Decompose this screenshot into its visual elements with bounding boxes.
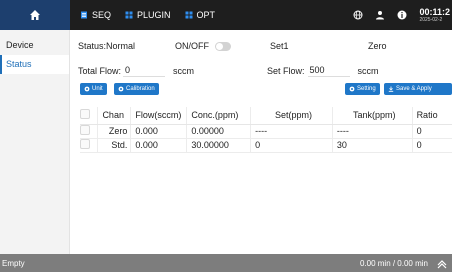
cell-tank[interactable]: 30 — [332, 138, 413, 153]
bottom-left-text: Empty — [2, 258, 25, 268]
info-icon[interactable] — [397, 10, 407, 20]
cell-conc: 0.00000 — [186, 124, 252, 139]
header-set: Set(ppm) — [250, 107, 333, 125]
main-panel: Status:Normal ON/OFF Set1 Zero Total Flo… — [70, 30, 452, 254]
chevron-up-icon[interactable] — [436, 257, 448, 269]
table-row[interactable]: Zero 0.000 0.00000 ---- ---- 0 — [80, 124, 452, 139]
status-row: Status:Normal — [78, 41, 135, 51]
set-flow-unit: sccm — [357, 65, 379, 76]
cell-chan: Zero — [97, 124, 132, 139]
unit-button[interactable]: Unit — [80, 83, 107, 95]
top-nav: SEQ PLUGIN OPT — [70, 0, 215, 30]
set-label-row: Set1 — [270, 41, 289, 51]
header-tank: Tank(ppm) — [332, 107, 413, 125]
select-all-checkbox[interactable] — [80, 109, 90, 120]
total-flow-field[interactable]: 0 — [123, 64, 166, 77]
row-checkbox-cell — [80, 124, 99, 139]
table-header-row: Chan Flow(sccm) Conc.(ppm) Set(ppm) Tank… — [80, 107, 452, 125]
channel-table: Chan Flow(sccm) Conc.(ppm) Set(ppm) Tank… — [80, 107, 452, 153]
nav-plugin-label: PLUGIN — [137, 10, 171, 20]
plugin-icon — [125, 11, 133, 19]
set-flow-field[interactable]: 500 — [307, 64, 350, 77]
row-checkbox[interactable] — [80, 125, 90, 135]
set-flow-row: Set Flow: 500 sccm — [267, 64, 379, 77]
seq-icon — [81, 11, 87, 19]
header-ratio: Ratio — [412, 107, 452, 125]
cell-tank[interactable]: ---- — [332, 124, 413, 139]
cell-chan: Std. — [97, 138, 132, 153]
table-row[interactable]: Std. 0.000 30.00000 0 30 0 — [80, 138, 452, 153]
onoff-label: ON/OFF — [175, 41, 209, 51]
home-icon — [30, 10, 40, 20]
onoff-row: ON/OFF — [175, 41, 231, 51]
gear-icon — [349, 86, 355, 92]
cell-conc: 30.00000 — [186, 138, 252, 153]
header-checkbox-cell — [80, 107, 99, 125]
setting-button[interactable]: Setting — [345, 83, 380, 95]
row-checkbox[interactable] — [80, 139, 90, 149]
cell-flow: 0.000 — [130, 124, 188, 139]
total-flow-row: Total Flow: 0 sccm — [78, 64, 194, 77]
nav-seq-label: SEQ — [92, 10, 112, 20]
header-conc: Conc.(ppm) — [186, 107, 252, 125]
download-icon — [388, 86, 394, 92]
gear-icon — [118, 86, 124, 92]
nav-opt[interactable]: OPT — [185, 10, 216, 20]
status-text: Status:Normal — [78, 41, 136, 51]
unit-button-label: Unit — [92, 86, 103, 92]
total-flow-label: Total Flow: — [78, 65, 122, 76]
clock-date: 2025-02-2 — [419, 16, 443, 23]
clock: 00:11:2 2025-02-2 — [419, 6, 450, 23]
cell-set[interactable]: 0 — [250, 138, 333, 153]
opt-icon — [185, 11, 193, 19]
sidebar-item-device[interactable]: Device — [0, 36, 69, 55]
onoff-toggle[interactable] — [215, 41, 231, 51]
zero-label: Zero — [368, 41, 387, 51]
total-flow-unit: sccm — [173, 65, 195, 76]
cell-ratio: 0 — [412, 124, 452, 139]
zero-label-row: Zero — [368, 41, 387, 51]
calibration-button-label: Calibration — [126, 86, 155, 92]
set-flow-label: Set Flow: — [267, 65, 305, 76]
header-flow: Flow(sccm) — [130, 107, 188, 125]
header-chan: Chan — [97, 107, 132, 125]
save-apply-button-label: Save & Apply — [396, 86, 432, 92]
cell-set[interactable]: ---- — [250, 124, 333, 139]
setting-button-label: Setting — [357, 86, 376, 92]
nav-plugin[interactable]: PLUGIN — [125, 10, 171, 20]
nav-opt-label: OPT — [196, 10, 216, 20]
top-bar: SEQ PLUGIN OPT 00:11:2 2025-02-2 — [0, 0, 452, 30]
sidebar-item-status[interactable]: Status — [0, 55, 69, 74]
bottom-time-text: 0.00 min / 0.00 min — [359, 258, 428, 268]
gear-icon — [84, 86, 90, 92]
globe-icon[interactable] — [353, 10, 363, 20]
home-button[interactable] — [0, 0, 70, 30]
set-label: Set1 — [270, 41, 289, 51]
row-checkbox-cell — [80, 138, 99, 153]
calibration-button[interactable]: Calibration — [114, 83, 159, 95]
status-icons: 00:11:2 2025-02-2 — [353, 0, 452, 30]
save-apply-button[interactable]: Save & Apply — [384, 83, 452, 95]
cell-flow: 0.000 — [130, 138, 188, 153]
user-icon[interactable] — [375, 10, 385, 20]
cell-ratio: 0 — [412, 138, 452, 153]
bottom-status-bar: Empty 0.00 min / 0.00 min — [0, 254, 452, 272]
nav-seq[interactable]: SEQ — [80, 10, 111, 20]
clock-time: 00:11:2 — [419, 6, 450, 17]
sidebar: Device Status — [0, 30, 70, 254]
